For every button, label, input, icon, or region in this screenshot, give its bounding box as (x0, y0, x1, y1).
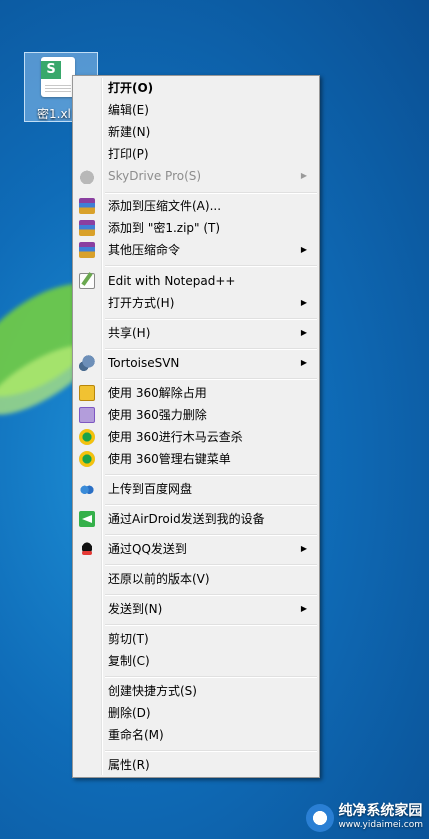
menu-separator (105, 594, 317, 596)
menu-item-360-shred[interactable]: 使用 360强力删除 (75, 404, 317, 426)
menu-separator (105, 676, 317, 678)
menu-item-tortoisesvn[interactable]: TortoiseSVN ▶ (75, 352, 317, 374)
menu-item-label: 属性(R) (108, 758, 150, 772)
menu-item-send-to[interactable]: 发送到(N) ▶ (75, 598, 317, 620)
submenu-arrow-icon: ▶ (300, 604, 307, 613)
menu-item-label: 剪切(T) (108, 632, 149, 646)
360-manage-icon (79, 451, 95, 467)
submenu-arrow-icon: ▶ (300, 358, 307, 367)
menu-item-add-to-archive[interactable]: 添加到压缩文件(A)... (75, 195, 317, 217)
menu-item-add-to-zip[interactable]: 添加到 "密1.zip" (T) (75, 217, 317, 239)
wps-sheet-badge: S (41, 61, 61, 79)
menu-item-label: TortoiseSVN (108, 356, 180, 370)
submenu-arrow-icon: ▶ (300, 245, 307, 254)
menu-item-restore-versions[interactable]: 还原以前的版本(V) (75, 568, 317, 590)
menu-separator (105, 474, 317, 476)
menu-item-label: Edit with Notepad++ (108, 274, 236, 288)
sheet-lines (45, 83, 71, 93)
submenu-arrow-icon: ▶ (300, 298, 307, 307)
menu-item-label: 还原以前的版本(V) (108, 572, 210, 586)
menu-item-label: 删除(D) (108, 706, 151, 720)
winrar-icon (79, 198, 95, 214)
menu-item-360-scan[interactable]: 使用 360进行木马云查杀 (75, 426, 317, 448)
menu-item-label: 添加到 "密1.zip" (T) (108, 221, 221, 235)
menu-item-360-unlock[interactable]: 使用 360解除占用 (75, 382, 317, 404)
menu-item-delete[interactable]: 删除(D) (75, 702, 317, 724)
menu-separator (105, 624, 317, 626)
menu-item-label: 共享(H) (108, 326, 151, 340)
menu-item-label: 复制(C) (108, 654, 150, 668)
menu-separator (105, 348, 317, 350)
menu-item-label: 打开(O) (108, 81, 154, 95)
menu-item-label: 打开方式(H) (108, 296, 175, 310)
menu-separator (105, 192, 317, 194)
notepad-plus-plus-icon (79, 273, 95, 289)
spreadsheet-file-icon: S (41, 57, 75, 97)
watermark-title: 纯净系统家园 (338, 803, 423, 819)
submenu-arrow-icon: ▶ (300, 328, 307, 337)
menu-item-label: 使用 360管理右键菜单 (108, 452, 231, 466)
menu-item-label: 上传到百度网盘 (108, 482, 193, 496)
watermark-logo-icon (306, 804, 335, 832)
menu-item-edit[interactable]: 编辑(E) (75, 99, 317, 121)
menu-item-create-shortcut[interactable]: 创建快捷方式(S) (75, 680, 317, 702)
menu-item-baidu-upload[interactable]: 上传到百度网盘 (75, 478, 317, 500)
winrar-icon (79, 220, 95, 236)
menu-item-label: 使用 360解除占用 (108, 386, 207, 400)
menu-item-label: 重命名(M) (108, 728, 164, 742)
context-menu: 打开(O) 编辑(E) 新建(N) 打印(P) SkyDrive Pro(S) ▶… (72, 75, 320, 778)
cloud-icon (79, 168, 95, 184)
menu-item-share[interactable]: 共享(H) ▶ (75, 322, 317, 344)
menu-item-label: 新建(N) (108, 125, 151, 139)
menu-item-label: SkyDrive Pro(S) (108, 169, 202, 183)
menu-item-360-manage[interactable]: 使用 360管理右键菜单 (75, 448, 317, 470)
menu-item-cut[interactable]: 剪切(T) (75, 628, 317, 650)
menu-item-label: 创建快捷方式(S) (108, 684, 197, 698)
360-scan-icon (79, 429, 95, 445)
menu-item-label: 使用 360进行木马云查杀 (108, 430, 243, 444)
menu-item-open[interactable]: 打开(O) (75, 77, 317, 99)
menu-item-open-with[interactable]: 打开方式(H) ▶ (75, 292, 317, 314)
menu-item-label: 通过AirDroid发送到我的设备 (108, 512, 265, 526)
360-shred-icon (79, 407, 95, 423)
menu-item-label: 使用 360强力删除 (108, 408, 207, 422)
menu-item-properties[interactable]: 属性(R) (75, 754, 317, 776)
menu-item-copy[interactable]: 复制(C) (75, 650, 317, 672)
baidu-netdisk-icon (79, 481, 95, 497)
menu-separator (105, 265, 317, 267)
menu-separator (105, 504, 317, 506)
menu-item-label: 添加到压缩文件(A)... (108, 199, 222, 213)
qq-icon (79, 541, 95, 557)
menu-item-new[interactable]: 新建(N) (75, 121, 317, 143)
menu-item-label: 通过QQ发送到 (108, 542, 187, 556)
menu-item-label: 发送到(N) (108, 602, 163, 616)
menu-item-label: 打印(P) (108, 147, 149, 161)
menu-separator (105, 378, 317, 380)
menu-item-skydrive-pro: SkyDrive Pro(S) ▶ (75, 165, 317, 187)
submenu-arrow-icon: ▶ (300, 544, 307, 553)
submenu-arrow-icon: ▶ (300, 171, 307, 180)
watermark-url: www.yidaimei.com (338, 820, 423, 830)
winrar-icon (79, 242, 95, 258)
airdroid-icon (79, 511, 95, 527)
menu-separator (105, 564, 317, 566)
menu-item-label: 其他压缩命令 (108, 243, 181, 257)
menu-separator (105, 318, 317, 320)
menu-item-qq-send[interactable]: 通过QQ发送到 ▶ (75, 538, 317, 560)
menu-item-print[interactable]: 打印(P) (75, 143, 317, 165)
menu-item-label: 编辑(E) (108, 103, 149, 117)
menu-item-rename[interactable]: 重命名(M) (75, 724, 317, 746)
menu-item-edit-notepad[interactable]: Edit with Notepad++ (75, 270, 317, 292)
menu-item-airdroid[interactable]: 通过AirDroid发送到我的设备 (75, 508, 317, 530)
site-watermark: 纯净系统家园 www.yidaimei.com (306, 803, 423, 833)
360-unlock-icon (79, 385, 95, 401)
menu-item-other-compress[interactable]: 其他压缩命令 ▶ (75, 239, 317, 261)
menu-separator (105, 534, 317, 536)
menu-separator (105, 750, 317, 752)
tortoisesvn-icon (79, 355, 95, 371)
